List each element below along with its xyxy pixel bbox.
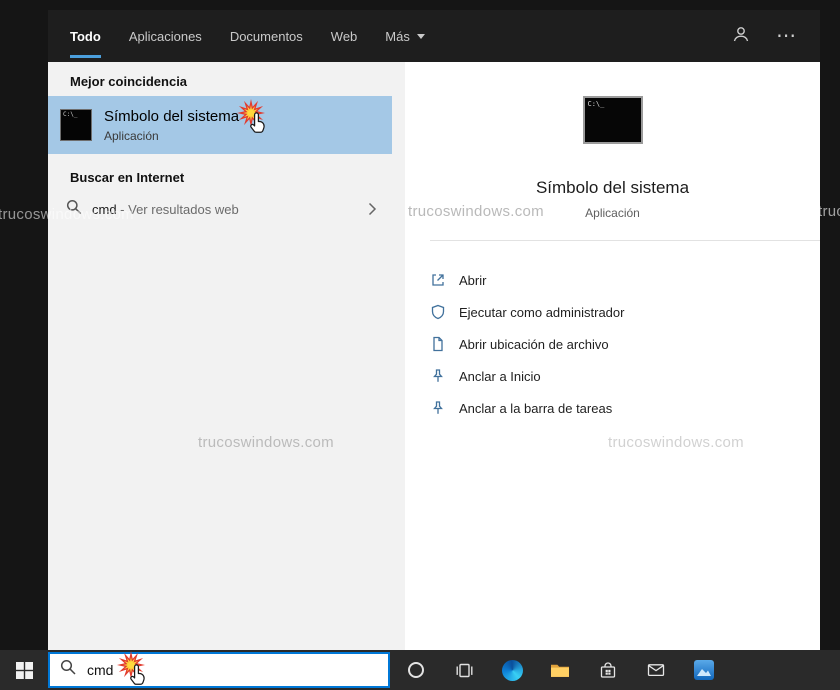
- header-actions: ⋯: [732, 10, 820, 62]
- action-open[interactable]: Abrir: [405, 264, 820, 296]
- search-header: Todo Aplicaciones Documentos Web Más ⋯: [48, 10, 820, 62]
- tab-mas[interactable]: Más: [371, 10, 439, 62]
- pin-icon: [430, 368, 446, 384]
- action-open-file-location[interactable]: Abrir ubicación de archivo: [405, 328, 820, 360]
- photos-app-button[interactable]: [680, 650, 728, 690]
- action-pin-to-start[interactable]: Anclar a Inicio: [405, 360, 820, 392]
- tab-label: Documentos: [229, 28, 303, 44]
- task-view-icon: [456, 663, 472, 677]
- web-query: cmd: [92, 201, 117, 217]
- web-search-text: cmd - Ver resultados web: [92, 202, 239, 217]
- active-tab-underline: [70, 55, 101, 58]
- chevron-down-icon: [416, 33, 425, 39]
- action-pin-to-taskbar[interactable]: Anclar a la barra de tareas: [405, 392, 820, 424]
- command-prompt-icon: C:\_: [60, 109, 92, 141]
- detail-subtitle: Aplicación: [585, 206, 640, 220]
- best-match-header: Mejor coincidencia: [70, 74, 188, 89]
- windows-logo-icon: [15, 661, 33, 679]
- action-label: Anclar a la barra de tareas: [459, 400, 613, 416]
- best-match-title: Símbolo del sistema: [104, 107, 240, 125]
- search-tabs: Todo Aplicaciones Documentos Web Más: [48, 10, 439, 62]
- task-view-button[interactable]: [440, 650, 488, 690]
- web-search-header: Buscar en Internet: [70, 170, 185, 185]
- mail-button[interactable]: [632, 650, 680, 690]
- user-icon[interactable]: [732, 25, 750, 48]
- open-icon: [430, 272, 446, 288]
- taskbar-search-box[interactable]: [48, 652, 390, 688]
- taskbar-icons: [392, 650, 728, 690]
- best-match-text: Símbolo del sistema Aplicación: [104, 108, 239, 143]
- action-list: Abrir Ejecutar como administrador Abrir …: [405, 264, 820, 424]
- command-prompt-icon-large: C:\_: [582, 96, 643, 144]
- search-flyout: Todo Aplicaciones Documentos Web Más ⋯ M…: [48, 10, 820, 650]
- file-explorer-button[interactable]: [536, 650, 584, 690]
- chevron-right-icon[interactable]: [368, 202, 377, 216]
- taskbar: [0, 650, 840, 690]
- store-button[interactable]: [584, 650, 632, 690]
- detail-panel: C:\_ Símbolo del sistema Aplicación Abri…: [405, 62, 820, 650]
- store-icon: [600, 661, 616, 678]
- tab-label: Aplicaciones: [128, 28, 202, 44]
- mail-icon: [647, 664, 665, 677]
- best-match-subtitle: Aplicación: [104, 128, 159, 143]
- more-options-icon[interactable]: ⋯: [776, 26, 796, 46]
- tab-aplicaciones[interactable]: Aplicaciones: [115, 10, 216, 62]
- document-icon: [430, 336, 446, 352]
- action-run-as-admin[interactable]: Ejecutar como administrador: [405, 296, 820, 328]
- edge-button[interactable]: [488, 650, 536, 690]
- edge-icon: [501, 659, 523, 681]
- file-explorer-icon: [551, 664, 569, 677]
- tab-label: Más: [385, 28, 410, 44]
- pin-icon: [430, 400, 446, 416]
- web-search-item[interactable]: cmd - Ver resultados web: [48, 190, 405, 228]
- start-button[interactable]: [0, 650, 48, 690]
- cortana-button[interactable]: [392, 650, 440, 690]
- action-label: Ejecutar como administrador: [459, 304, 625, 320]
- tab-web[interactable]: Web: [317, 10, 372, 62]
- results-panel: Mejor coincidencia C:\_ Símbolo del sist…: [48, 62, 405, 650]
- detail-title: Símbolo del sistema: [535, 178, 690, 197]
- tab-label: Web: [330, 28, 358, 44]
- divider: [430, 240, 820, 241]
- action-label: Abrir: [459, 272, 487, 288]
- web-query-suffix: - Ver resultados web: [116, 201, 239, 217]
- photos-app-icon: [694, 660, 714, 680]
- search-icon: [60, 659, 77, 681]
- best-match-item[interactable]: C:\_ Símbolo del sistema Aplicación: [48, 96, 392, 154]
- cortana-icon: [408, 662, 424, 678]
- desktop-screen: Todo Aplicaciones Documentos Web Más ⋯ M…: [0, 0, 840, 690]
- taskbar-search-input[interactable]: [87, 662, 327, 678]
- watermark-text: trucoswindows.com: [818, 203, 840, 220]
- action-label: Anclar a Inicio: [459, 368, 541, 384]
- tab-label: Todo: [70, 28, 101, 44]
- action-label: Abrir ubicación de archivo: [459, 336, 609, 352]
- shield-icon: [430, 304, 446, 320]
- tab-todo[interactable]: Todo: [70, 10, 115, 62]
- search-icon: [66, 199, 82, 220]
- tab-documentos[interactable]: Documentos: [216, 10, 317, 62]
